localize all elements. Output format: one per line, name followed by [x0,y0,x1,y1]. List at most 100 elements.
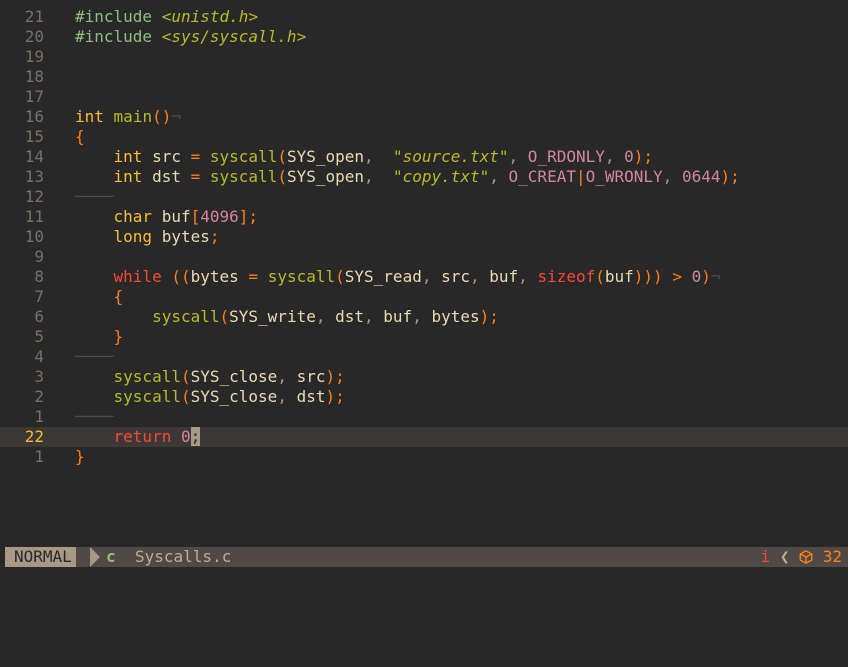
line-number: 11 [24,207,44,226]
line-number: 14 [24,147,44,166]
code-token: ¬ [710,267,721,286]
code-line[interactable]: 2 syscall(SYS_close, dst); [0,387,848,407]
code-token: #include [75,27,162,46]
code-token: ( [335,267,345,286]
code-line[interactable]: 3 syscall(SYS_close, src); [0,367,848,387]
code-token: ──── [75,407,114,426]
code-line[interactable]: 11 char buf[4096]; [0,207,848,227]
code-content: long bytes; [75,227,220,247]
code-token: | [575,167,586,186]
code-line[interactable]: 1} [0,447,848,467]
editor-buffer[interactable]: 21 #include <unistd.h> 20 #include <sys/sys… [0,7,848,467]
code-line[interactable]: 8 while ((bytes = syscall(SYS_read, src,… [0,267,848,287]
code-line[interactable]: 6 syscall(SYS_write, dst, buf, bytes); [0,307,848,327]
code-line[interactable]: 19 [0,47,848,67]
code-content: syscall(SYS_close, src); [75,367,345,387]
code-token: "copy.txt" [392,167,490,186]
code-line[interactable]: 21 #include <unistd.h> [0,7,848,27]
filetype-c-icon: c [106,547,116,566]
code-token: ; [335,367,345,386]
code-token: return [113,427,172,446]
line-number: 16 [24,107,44,126]
statusline-right-segment: i ❮ 32 [761,547,842,567]
code-token: syscall [209,147,278,166]
code-token: int [75,107,104,126]
code-token: , [489,167,509,186]
code-line[interactable]: 16 int main()¬ [0,107,848,127]
code-line[interactable]: 9 [0,247,848,267]
code-token: , [470,267,490,286]
line-number: 15 [24,127,44,146]
code-line[interactable]: 17 [0,87,848,107]
code-line[interactable]: 5 } [0,327,848,347]
code-line[interactable]: 14 int src = syscall(SYS_open, "source.t… [0,147,848,167]
code-token: int [113,147,143,166]
code-token: , [364,307,384,326]
line-number: 9 [34,247,44,266]
code-line[interactable]: 12 ──── [0,187,848,207]
code-token: long [113,227,153,246]
statusline: NORMAL c Syscalls.c i ❮ 32 [5,547,848,567]
code-token: SYS_close [190,367,278,386]
code-token: (( [171,267,191,286]
code-line[interactable]: 18 [0,67,848,87]
code-content: int dst = syscall(SYS_open, "copy.txt", … [75,167,740,187]
code-token: dst [296,387,326,406]
code-token: , [604,147,625,166]
code-token: SYS_write [229,307,316,326]
code-token: ; [209,227,220,246]
line-number: 1 [34,407,44,426]
code-token: O_WRONLY [585,167,663,186]
code-token: ))) [633,267,663,286]
code-line[interactable]: 10 long bytes; [0,227,848,247]
code-token: { [113,287,124,306]
code-line[interactable]: 7 { [0,287,848,307]
code-token: main [113,107,153,126]
code-line[interactable]: 13 int dst = syscall(SYS_open, "copy.txt… [0,167,848,187]
code-token: src [441,267,470,286]
code-line[interactable]: 1 ──── [0,407,848,427]
code-token: "source.txt" [392,147,509,166]
text-cursor: ; [190,427,201,446]
line-number: 8 [34,267,44,286]
line-number: 17 [24,87,44,106]
code-token: bytes [152,227,210,246]
code-line[interactable]: 15 { [0,127,848,147]
code-content: syscall(SYS_write, dst, buf, bytes); [75,307,499,327]
code-token: bytes [431,307,480,326]
code-token: SYS_open [286,167,365,186]
line-number: 4 [34,347,44,366]
code-token: , [508,147,528,166]
code-token: ( [180,387,191,406]
code-token: ( [277,167,287,186]
code-content: syscall(SYS_close, dst); [75,387,345,407]
code-token: SYS_open [286,147,365,166]
code-token: > [672,267,682,286]
code-content: ──── [75,407,114,427]
code-token: , [364,167,393,186]
code-token: = [248,267,259,286]
code-token: ( [277,147,287,166]
code-token: O_RDONLY [527,147,605,166]
code-token: ( [180,367,191,386]
code-line[interactable]: 4 ──── [0,347,848,367]
code-token: = [190,167,201,186]
code-token: 0 [180,427,191,446]
code-token: sizeof [537,267,596,286]
current-line[interactable]: 22 return 0; [0,427,848,447]
code-line[interactable]: 20 #include <sys/syscall.h> [0,27,848,47]
code-token: , [277,367,297,386]
code-token: () [152,107,172,126]
code-token: buf [604,267,634,286]
